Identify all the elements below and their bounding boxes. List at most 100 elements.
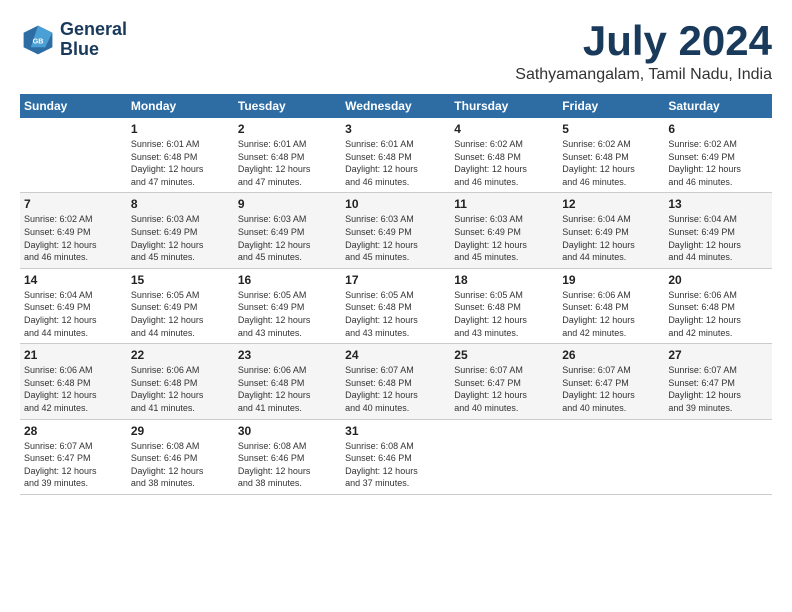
cell-info: Sunrise: 6:06 AM Sunset: 6:48 PM Dayligh…	[131, 364, 230, 414]
day-number: 12	[562, 197, 660, 211]
cell-info: Sunrise: 6:02 AM Sunset: 6:48 PM Dayligh…	[454, 138, 554, 188]
header-row: SundayMondayTuesdayWednesdayThursdayFrid…	[20, 94, 772, 118]
cell-info: Sunrise: 6:04 AM Sunset: 6:49 PM Dayligh…	[24, 289, 123, 339]
calendar-cell	[450, 419, 558, 494]
calendar-cell: 31Sunrise: 6:08 AM Sunset: 6:46 PM Dayli…	[341, 419, 450, 494]
cell-info: Sunrise: 6:07 AM Sunset: 6:47 PM Dayligh…	[562, 364, 660, 414]
cell-info: Sunrise: 6:06 AM Sunset: 6:48 PM Dayligh…	[562, 289, 660, 339]
page-header: GB General Blue July 2024 Sathyamangalam…	[20, 20, 772, 84]
calendar-cell: 10 Sunrise: 6:03 AM Sunset: 6:49 PM Dayli…	[341, 193, 450, 268]
cell-info: Sunrise: 6:03 AM Sunset: 6:49 PM Dayligh…	[345, 213, 446, 263]
header-cell-monday: Monday	[127, 94, 234, 118]
header-cell-sunday: Sunday	[20, 94, 127, 118]
month-title: July 2024	[515, 20, 772, 62]
calendar-cell: 29 Sunrise: 6:08 AM Sunset: 6:46 PM Dayli…	[127, 419, 234, 494]
day-number: 10	[345, 197, 446, 211]
calendar-cell: 11Sunrise: 6:03 AM Sunset: 6:49 PM Dayli…	[450, 193, 558, 268]
cell-info: Sunrise: 6:07 AM Sunset: 6:47 PM Dayligh…	[24, 440, 123, 490]
day-number: 15	[131, 273, 230, 287]
day-number: 9	[238, 197, 337, 211]
logo: GB General Blue	[20, 20, 127, 60]
calendar-cell: 22 Sunrise: 6:06 AM Sunset: 6:48 PM Dayli…	[127, 344, 234, 419]
cell-info: Sunrise: 6:05 AM Sunset: 6:49 PM Dayligh…	[131, 289, 230, 339]
day-number: 30	[238, 424, 337, 438]
calendar-cell: 21 Sunrise: 6:06 AM Sunset: 6:48 PM Dayli…	[20, 344, 127, 419]
day-number: 3	[345, 122, 446, 136]
cell-info: Sunrise: 6:06 AM Sunset: 6:48 PM Dayligh…	[668, 289, 768, 339]
header-cell-saturday: Saturday	[664, 94, 772, 118]
calendar-cell: 3 Sunrise: 6:01 AM Sunset: 6:48 PM Daylig…	[341, 118, 450, 193]
day-number: 13	[668, 197, 768, 211]
logo-text: General Blue	[60, 20, 127, 60]
day-number: 6	[668, 122, 768, 136]
logo-line1: General	[60, 20, 127, 40]
day-number: 27	[668, 348, 768, 362]
calendar-cell: 1Sunrise: 6:01 AM Sunset: 6:48 PM Daylig…	[127, 118, 234, 193]
calendar-cell: 23 Sunrise: 6:06 AM Sunset: 6:48 PM Dayli…	[234, 344, 341, 419]
day-number: 1	[131, 122, 230, 136]
cell-info: Sunrise: 6:04 AM Sunset: 6:49 PM Dayligh…	[562, 213, 660, 263]
cell-info: Sunrise: 6:08 AM Sunset: 6:46 PM Dayligh…	[345, 440, 446, 490]
cell-info: Sunrise: 6:06 AM Sunset: 6:48 PM Dayligh…	[238, 364, 337, 414]
day-number: 4	[454, 122, 554, 136]
cell-info: Sunrise: 6:03 AM Sunset: 6:49 PM Dayligh…	[454, 213, 554, 263]
day-number: 20	[668, 273, 768, 287]
header-cell-friday: Friday	[558, 94, 664, 118]
calendar-cell: 27Sunrise: 6:07 AM Sunset: 6:47 PM Dayli…	[664, 344, 772, 419]
calendar-week-2: 14Sunrise: 6:04 AM Sunset: 6:49 PM Dayli…	[20, 268, 772, 343]
day-number: 23	[238, 348, 337, 362]
cell-info: Sunrise: 6:02 AM Sunset: 6:49 PM Dayligh…	[668, 138, 768, 188]
day-number: 22	[131, 348, 230, 362]
day-number: 28	[24, 424, 123, 438]
day-number: 17	[345, 273, 446, 287]
calendar-cell: 4 Sunrise: 6:02 AM Sunset: 6:48 PM Daylig…	[450, 118, 558, 193]
calendar-cell: 19 Sunrise: 6:06 AM Sunset: 6:48 PM Dayli…	[558, 268, 664, 343]
calendar-week-4: 28 Sunrise: 6:07 AM Sunset: 6:47 PM Dayli…	[20, 419, 772, 494]
day-number: 29	[131, 424, 230, 438]
svg-text:GB: GB	[33, 36, 44, 45]
cell-info: Sunrise: 6:08 AM Sunset: 6:46 PM Dayligh…	[238, 440, 337, 490]
location-title: Sathyamangalam, Tamil Nadu, India	[515, 66, 772, 84]
day-number: 25	[454, 348, 554, 362]
cell-info: Sunrise: 6:07 AM Sunset: 6:47 PM Dayligh…	[454, 364, 554, 414]
calendar-week-3: 21 Sunrise: 6:06 AM Sunset: 6:48 PM Dayli…	[20, 344, 772, 419]
calendar-cell: 2Sunrise: 6:01 AM Sunset: 6:48 PM Daylig…	[234, 118, 341, 193]
cell-info: Sunrise: 6:06 AM Sunset: 6:48 PM Dayligh…	[24, 364, 123, 414]
calendar-cell: 15 Sunrise: 6:05 AM Sunset: 6:49 PM Dayli…	[127, 268, 234, 343]
calendar-cell: 17 Sunrise: 6:05 AM Sunset: 6:48 PM Dayli…	[341, 268, 450, 343]
day-number: 26	[562, 348, 660, 362]
calendar-cell: 26 Sunrise: 6:07 AM Sunset: 6:47 PM Dayli…	[558, 344, 664, 419]
calendar-cell: 16Sunrise: 6:05 AM Sunset: 6:49 PM Dayli…	[234, 268, 341, 343]
calendar-cell: 9 Sunrise: 6:03 AM Sunset: 6:49 PM Daylig…	[234, 193, 341, 268]
cell-info: Sunrise: 6:02 AM Sunset: 6:49 PM Dayligh…	[24, 213, 123, 263]
logo-icon: GB	[20, 22, 56, 58]
logo-line2: Blue	[60, 40, 127, 60]
title-section: July 2024 Sathyamangalam, Tamil Nadu, In…	[515, 20, 772, 84]
calendar-cell: 20 Sunrise: 6:06 AM Sunset: 6:48 PM Dayli…	[664, 268, 772, 343]
calendar-cell: 28 Sunrise: 6:07 AM Sunset: 6:47 PM Dayli…	[20, 419, 127, 494]
calendar-cell: 5Sunrise: 6:02 AM Sunset: 6:48 PM Daylig…	[558, 118, 664, 193]
calendar-cell: 6 Sunrise: 6:02 AM Sunset: 6:49 PM Daylig…	[664, 118, 772, 193]
calendar-cell	[20, 118, 127, 193]
cell-info: Sunrise: 6:03 AM Sunset: 6:49 PM Dayligh…	[238, 213, 337, 263]
cell-info: Sunrise: 6:04 AM Sunset: 6:49 PM Dayligh…	[668, 213, 768, 263]
cell-info: Sunrise: 6:05 AM Sunset: 6:48 PM Dayligh…	[454, 289, 554, 339]
cell-info: Sunrise: 6:01 AM Sunset: 6:48 PM Dayligh…	[345, 138, 446, 188]
calendar-cell: 7 Sunrise: 6:02 AM Sunset: 6:49 PM Daylig…	[20, 193, 127, 268]
calendar-cell: 24Sunrise: 6:07 AM Sunset: 6:48 PM Dayli…	[341, 344, 450, 419]
day-number: 5	[562, 122, 660, 136]
calendar-cell	[558, 419, 664, 494]
cell-info: Sunrise: 6:08 AM Sunset: 6:46 PM Dayligh…	[131, 440, 230, 490]
cell-info: Sunrise: 6:05 AM Sunset: 6:48 PM Dayligh…	[345, 289, 446, 339]
day-number: 18	[454, 273, 554, 287]
calendar-cell: 25 Sunrise: 6:07 AM Sunset: 6:47 PM Dayli…	[450, 344, 558, 419]
day-number: 16	[238, 273, 337, 287]
day-number: 19	[562, 273, 660, 287]
day-number: 7	[24, 197, 123, 211]
header-cell-tuesday: Tuesday	[234, 94, 341, 118]
cell-info: Sunrise: 6:03 AM Sunset: 6:49 PM Dayligh…	[131, 213, 230, 263]
calendar-cell: 30 Sunrise: 6:08 AM Sunset: 6:46 PM Dayli…	[234, 419, 341, 494]
calendar-table: SundayMondayTuesdayWednesdayThursdayFrid…	[20, 94, 772, 495]
day-number: 21	[24, 348, 123, 362]
day-number: 8	[131, 197, 230, 211]
